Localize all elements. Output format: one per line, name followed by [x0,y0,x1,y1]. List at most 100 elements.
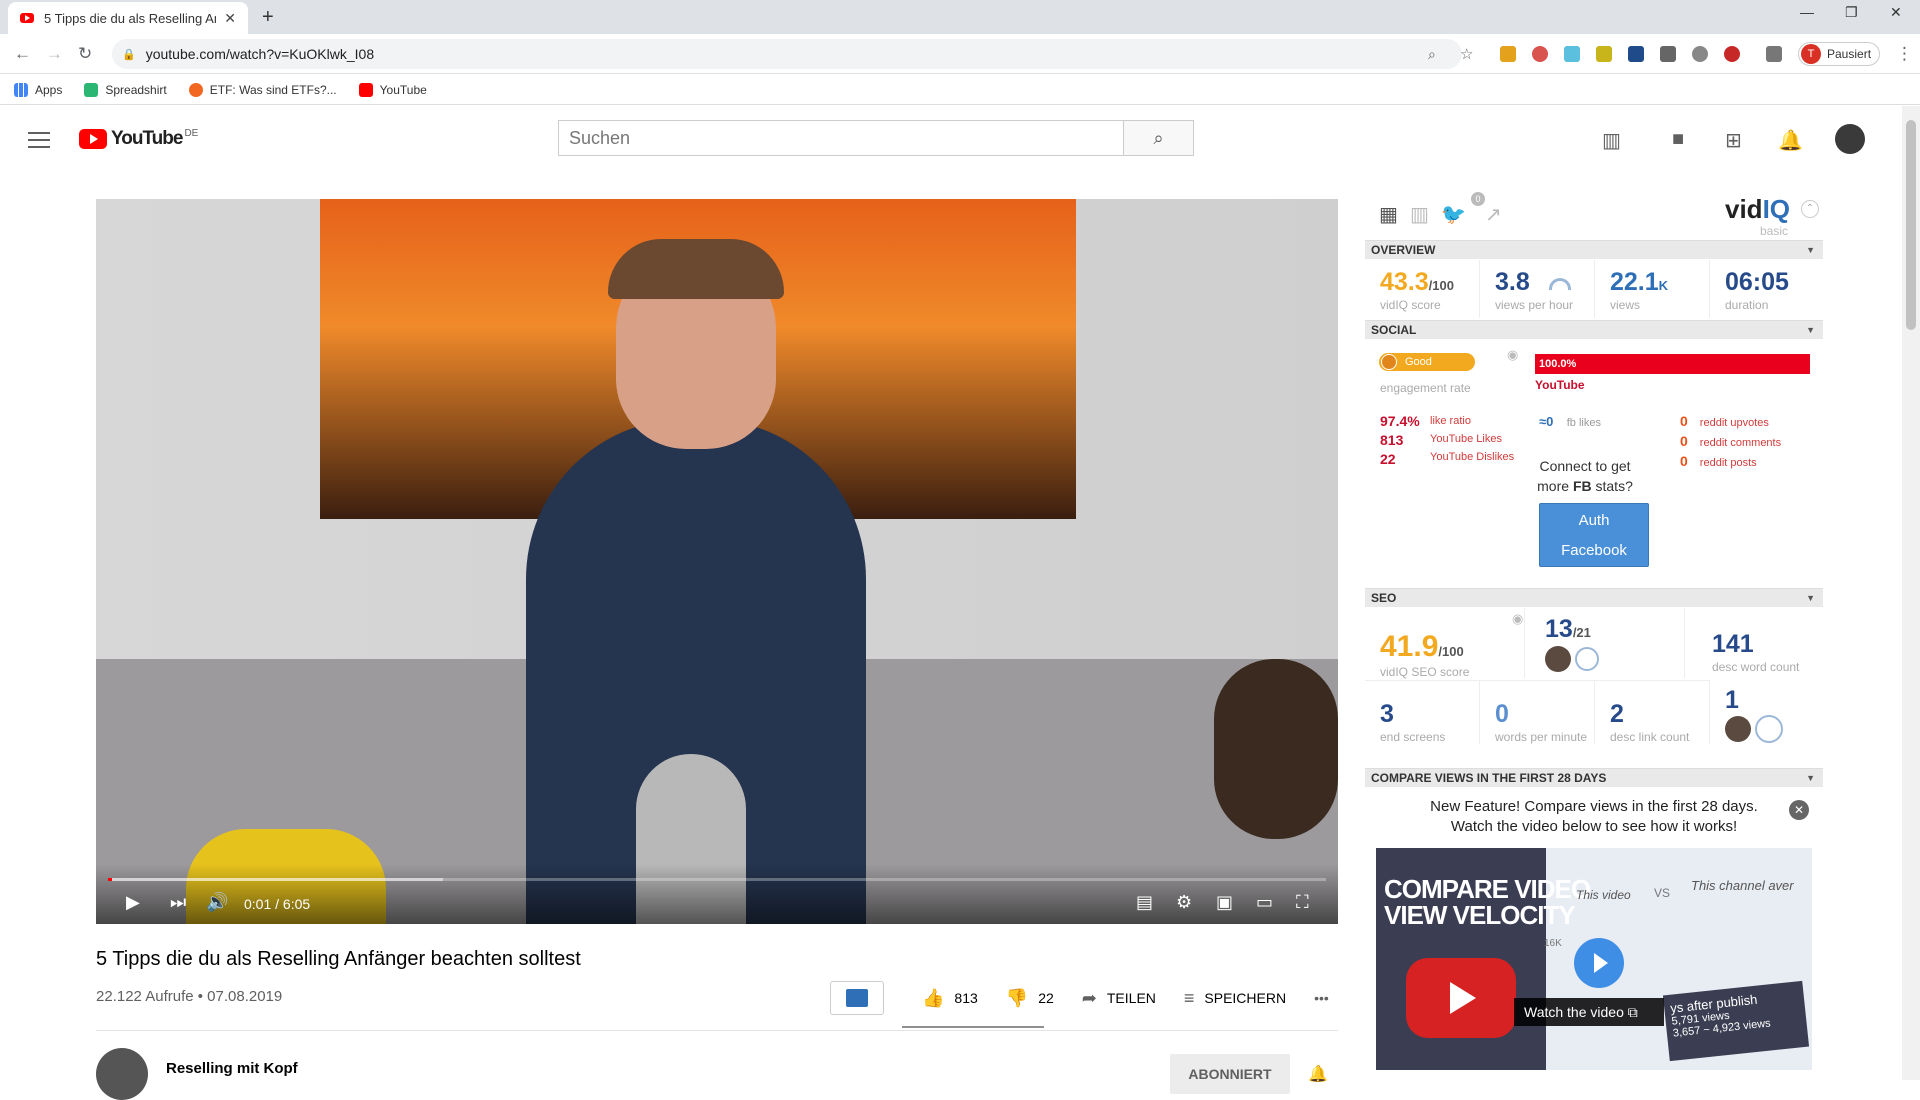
video-frame-hair [608,239,784,299]
seo-header[interactable]: SEO ▼ [1365,588,1823,607]
progress-bar[interactable] [108,878,1326,881]
apps-icon[interactable]: ⊞ [1725,128,1742,153]
reload-icon[interactable]: ↻ [78,44,92,64]
more-actions-button[interactable]: ••• [1314,990,1329,1006]
forward-icon[interactable]: → [46,44,63,64]
search-icon: ⌕ [1153,127,1164,148]
collapse-icon[interactable]: ⌃ [1801,200,1819,218]
overview-header[interactable]: OVERVIEW ▼ [1365,240,1823,259]
account-avatar[interactable] [1835,124,1865,154]
bookmark-etf[interactable]: ETF: Was sind ETFs?... [188,82,337,97]
vidiq-toolbar: ▦ ▥ 🐦 0 ↗ vidIQ basic ⌃ [1365,190,1823,240]
subtitles-icon[interactable]: ▤ [1136,892,1153,913]
search-box: ⌕ [558,120,1194,156]
miniplayer-icon[interactable]: ▣ [1216,892,1233,913]
extension-icon[interactable] [1628,46,1644,62]
this-channel-label: This channel aver [1691,878,1794,893]
url-field[interactable]: 🔒 youtube.com/watch?v=KuOKlwk_I08 [112,39,1462,69]
vidiq-extension-icon[interactable] [1564,46,1580,62]
twitter-icon[interactable]: 🐦 [1441,202,1466,227]
volume-icon[interactable]: 🔊 [206,892,228,913]
playlist-add-icon: ≡ [1183,987,1195,1008]
extension-icon[interactable] [1500,46,1516,62]
profile-button[interactable]: T Pausiert [1798,42,1880,66]
channel-avatar[interactable] [96,1048,148,1100]
fullscreen-icon[interactable]: ⛶ [1296,892,1309,913]
vs-label: VS [1654,886,1671,900]
youtube-icon [358,82,373,97]
profile-avatar: T [1801,44,1821,64]
notifications-bell-icon[interactable]: 🔔 [1778,128,1803,153]
browser-menu-icon[interactable]: ⋮ [1896,44,1913,64]
back-icon[interactable]: ← [14,44,31,64]
vidiq-chart-icon[interactable]: ▥ [1410,202,1429,227]
fb-connect-text: Connect to get more FB stats? [1537,458,1633,494]
theater-mode-icon[interactable]: ▭ [1256,892,1273,913]
extension-icon[interactable] [1596,46,1612,62]
reddit-stats: 0 reddit upvotes 0 reddit comments 0 reddit… [1680,413,1782,469]
engagement-label: engagement rate [1380,381,1471,395]
youtube-share-bar: 100.0% [1535,354,1810,374]
eye-icon[interactable]: ◉ [1507,347,1518,363]
card-icon [1755,715,1783,743]
restore-icon[interactable]: ❐ [1845,4,1858,21]
settings-gear-icon[interactable]: ⚙ [1176,892,1192,913]
collapse-arrow-icon: ▼ [1806,593,1815,603]
share-icon: ➦ [1081,987,1097,1008]
trend-icon[interactable]: ↗ [1485,202,1502,227]
auth-facebook-button[interactable]: Auth Facebook [1539,503,1649,567]
page-scrollbar[interactable] [1902,106,1920,1080]
search-button[interactable]: ⌕ [1123,121,1193,155]
youtube-logo-icon [79,129,107,149]
bookmark-apps[interactable]: Apps [14,82,62,97]
vidiq-button[interactable] [830,981,884,1015]
social-header[interactable]: SOCIAL ▼ [1365,320,1823,339]
share-button[interactable]: ➦ TEILEN [1082,988,1156,1009]
extension-icon[interactable] [1692,46,1708,62]
video-title: 5 Tipps die du als Reselling Anfänger be… [96,948,581,970]
watch-video-button[interactable]: Watch the video ⧉ [1514,998,1664,1026]
tab-close-icon[interactable]: ✕ [224,10,236,27]
minimize-icon[interactable]: — [1800,4,1814,20]
save-button[interactable]: ≡ SPEICHERN [1184,988,1286,1009]
close-window-icon[interactable]: ✕ [1890,4,1902,21]
bookmark-spreadshirt[interactable]: Spreadshirt [84,82,167,97]
youtube-logo[interactable]: YouTube DE [79,128,198,150]
subscribe-button[interactable]: ABONNIERT [1170,1054,1290,1094]
upload-video-icon[interactable]: ■ [1672,128,1684,151]
new-tab-icon[interactable]: + [262,6,274,29]
compare-header[interactable]: COMPARE VIEWS IN THE FIRST 28 DAYS ▼ [1365,768,1823,787]
compare-video-thumbnail[interactable]: COMPARE VIDEO VIEW VELOCITY This video V… [1376,848,1812,1070]
bookmark-star-icon[interactable]: ☆ [1460,45,1473,63]
channel-name[interactable]: Reselling mit Kopf [166,1060,298,1077]
reading-list-icon[interactable] [1766,46,1782,62]
extension-icon[interactable] [1660,46,1676,62]
emoji-face-icon [1381,354,1397,370]
extension-icon[interactable] [1532,46,1548,62]
play-icon[interactable] [1574,938,1624,988]
browser-tab-bar: 5 Tipps die du als Reselling Anfä ✕ + — … [0,0,1920,34]
channel-avatar-icon [1545,646,1571,672]
browser-tab[interactable]: 5 Tipps die du als Reselling Anfä ✕ [8,2,248,34]
video-player[interactable]: ▶ ⏭ 🔊 0:01 / 6:05 ▤ ⚙ ▣ ▭ ⛶ [96,199,1338,924]
vidiq-stats-icon[interactable]: ▥ [1602,128,1621,153]
youtube-header: YouTube DE ⌕ ▥ ■ ⊞ 🔔 [0,106,1900,172]
vidiq-score: 43.3/100 vidIQ score [1380,268,1454,312]
search-input[interactable] [559,121,1123,155]
video-frame-plush-monkey [1214,659,1338,839]
bookmark-youtube[interactable]: YouTube [358,82,427,97]
like-button[interactable]: 👍 813 [922,988,978,1009]
adblock-extension-icon[interactable] [1724,46,1740,62]
youtube-stats: 97.4% 813 22 [1380,413,1420,467]
close-icon[interactable]: ✕ [1789,800,1809,820]
play-icon[interactable]: ▶ [126,892,140,913]
notification-bell-icon[interactable]: 🔔 [1308,1064,1328,1084]
dislike-button[interactable]: 👎 22 [1006,988,1054,1009]
next-icon[interactable]: ⏭ [170,892,186,913]
scrollbar-thumb[interactable] [1906,120,1916,330]
tag-count: 13/21 [1545,615,1599,672]
vidiq-grid-icon[interactable]: ▦ [1379,202,1398,227]
eye-icon[interactable]: ◉ [1512,611,1523,627]
zoom-icon[interactable]: ⌕ [1428,46,1436,63]
menu-icon[interactable] [28,132,50,148]
